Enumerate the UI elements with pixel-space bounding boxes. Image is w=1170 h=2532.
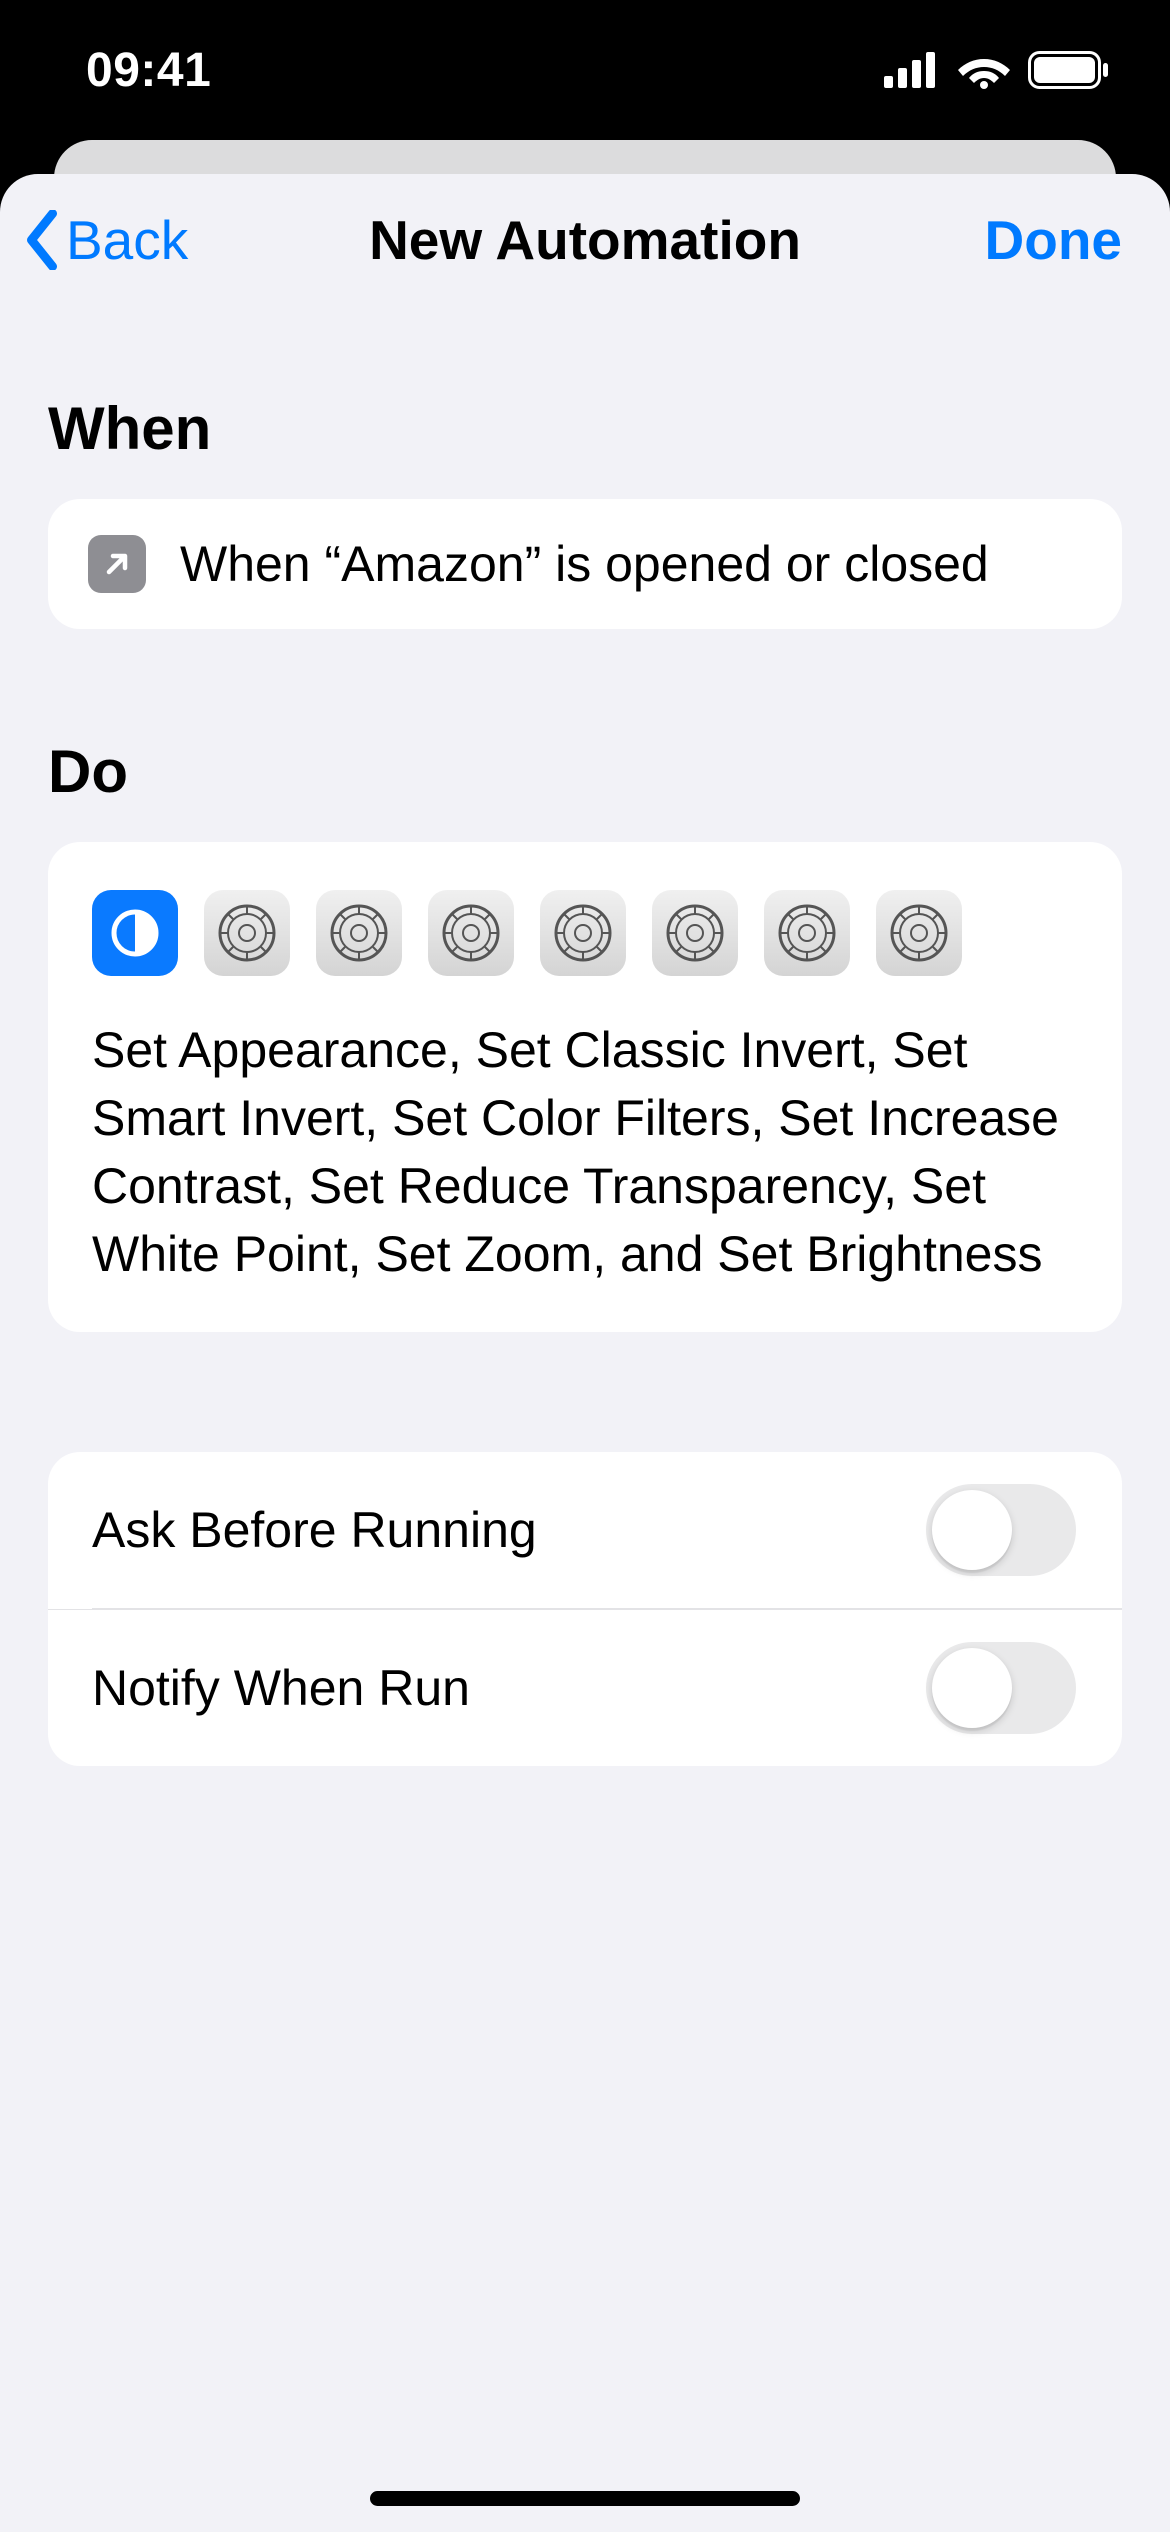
notify-when-run-label: Notify When Run [92,1659,470,1717]
options-card: Ask Before Running Notify When Run [48,1452,1122,1766]
do-card[interactable]: Set Appearance, Set Classic Invert, Set … [48,842,1122,1332]
chevron-left-icon [24,210,60,270]
home-indicator[interactable] [370,2491,800,2506]
do-section-header: Do [0,737,1170,806]
app-trigger-icon [88,535,146,593]
settings-action-icon [764,890,850,976]
status-indicators [884,51,1110,89]
toggle-knob [932,1648,1012,1728]
arrow-up-right-icon [101,548,133,580]
notify-when-run-toggle[interactable] [926,1642,1076,1734]
battery-icon [1028,51,1110,89]
ask-before-running-row: Ask Before Running [48,1452,1122,1608]
settings-action-icon [652,890,738,976]
status-bar: 09:41 [0,0,1170,140]
do-summary: Set Appearance, Set Classic Invert, Set … [92,1016,1078,1288]
toggle-knob [932,1490,1012,1570]
settings-action-icon [204,890,290,976]
when-section-header: When [0,394,1170,463]
back-label: Back [66,208,188,272]
wifi-icon [958,51,1010,89]
modal-sheet: Back New Automation Done When When “Amaz… [0,174,1170,2532]
done-button[interactable]: Done [985,208,1123,272]
settings-action-icon [316,890,402,976]
ask-before-running-label: Ask Before Running [92,1501,537,1559]
appearance-action-icon [92,890,178,976]
cellular-icon [884,52,940,88]
notify-when-run-row: Notify When Run [48,1609,1122,1766]
ask-before-running-toggle[interactable] [926,1484,1076,1576]
settings-action-icon [876,890,962,976]
status-time: 09:41 [86,43,211,98]
when-card[interactable]: When “Amazon” is opened or closed [48,499,1122,629]
settings-action-icon [428,890,514,976]
settings-action-icon [540,890,626,976]
action-icon-row [92,890,1078,976]
back-button[interactable]: Back [24,208,188,272]
navigation-bar: Back New Automation Done [0,174,1170,272]
when-description: When “Amazon” is opened or closed [180,535,989,593]
